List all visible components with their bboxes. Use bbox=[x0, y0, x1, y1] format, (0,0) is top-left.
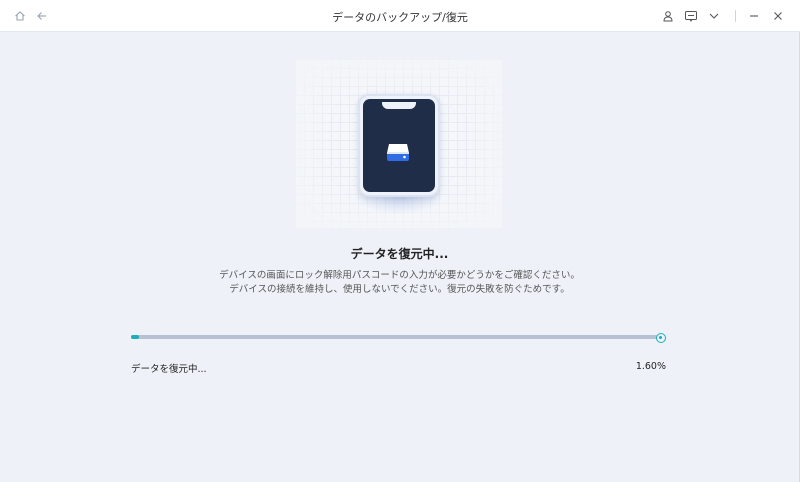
phone-icon bbox=[358, 94, 440, 197]
restore-illustration bbox=[296, 60, 502, 228]
status-heading: データを復元中... bbox=[350, 247, 449, 261]
title-bar: データのバックアップ/復元 bbox=[0, 0, 800, 32]
window-title: データのバックアップ/復元 bbox=[332, 11, 468, 24]
titlebar-divider bbox=[735, 10, 736, 22]
phone-screen bbox=[363, 99, 435, 192]
progress-fill bbox=[131, 335, 140, 339]
progress-end-marker bbox=[656, 333, 666, 343]
app-window: データのバックアップ/復元 データを復元中... デバイスの画面にロック解除用パ… bbox=[0, 0, 800, 482]
phone-notch bbox=[382, 102, 416, 109]
instruction-text-line2: デバイスの接続を維持し、使用しないでください。復元の失敗を防ぐためです。 bbox=[229, 284, 570, 295]
user-icon[interactable] bbox=[660, 8, 676, 24]
progress-bar bbox=[131, 335, 658, 339]
progress-label: データを復元中... bbox=[131, 364, 207, 375]
progress-percent: 1.60% bbox=[635, 361, 666, 372]
minimize-icon[interactable] bbox=[746, 8, 762, 24]
hard-drive-icon bbox=[387, 144, 409, 161]
feedback-icon[interactable] bbox=[683, 8, 699, 24]
instruction-text-line1: デバイスの画面にロック解除用パスコードの入力が必要かどうかをご確認ください。 bbox=[219, 270, 580, 281]
close-icon[interactable] bbox=[770, 8, 786, 24]
chevron-down-icon[interactable] bbox=[706, 8, 722, 24]
